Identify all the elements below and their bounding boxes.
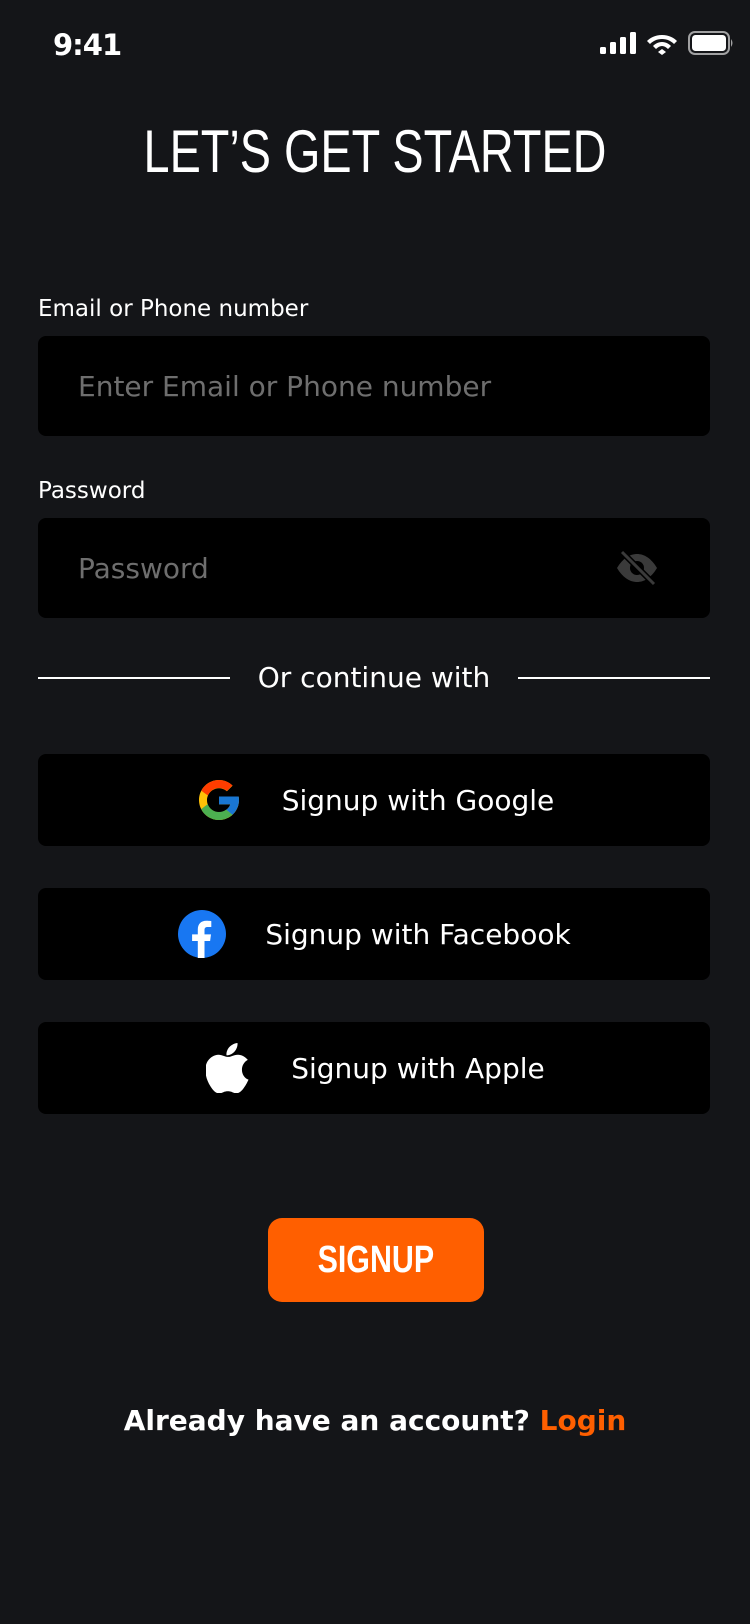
google-button-label: Signup with Google xyxy=(281,783,555,817)
status-time: 9:41 xyxy=(53,28,122,62)
status-icons xyxy=(600,31,734,55)
email-field[interactable] xyxy=(38,336,710,436)
signup-google-button[interactable]: Signup with Google xyxy=(38,754,710,846)
password-label: Password xyxy=(38,478,146,504)
signup-apple-button[interactable]: Signup with Apple xyxy=(38,1022,710,1114)
apple-icon xyxy=(203,1043,253,1093)
divider-line-right xyxy=(518,677,710,679)
login-prompt: Already have an account? Login xyxy=(0,1404,750,1437)
or-continue-divider: Or continue with xyxy=(38,660,710,696)
page-title: LET’S GET STARTED xyxy=(143,118,607,185)
battery-icon xyxy=(688,31,733,55)
signup-facebook-button[interactable]: Signup with Facebook xyxy=(38,888,710,980)
apple-button-label: Signup with Apple xyxy=(291,1051,545,1085)
facebook-button-label: Signup with Facebook xyxy=(265,917,571,951)
login-prompt-text: Already have an account? xyxy=(123,1404,530,1437)
password-field[interactable] xyxy=(38,518,710,618)
signup-button-label: SIGNUP xyxy=(317,1238,435,1281)
password-field-container xyxy=(38,518,710,618)
login-link[interactable]: Login xyxy=(540,1404,627,1437)
google-icon xyxy=(194,775,244,825)
cellular-signal-icon xyxy=(600,32,636,54)
status-bar: 9:41 xyxy=(0,0,750,92)
email-label: Email or Phone number xyxy=(38,296,309,322)
email-field-container xyxy=(38,336,710,436)
wifi-icon xyxy=(647,35,677,55)
eye-off-icon[interactable] xyxy=(614,548,660,588)
facebook-icon xyxy=(177,909,227,959)
signup-button[interactable]: SIGNUP xyxy=(268,1218,484,1302)
